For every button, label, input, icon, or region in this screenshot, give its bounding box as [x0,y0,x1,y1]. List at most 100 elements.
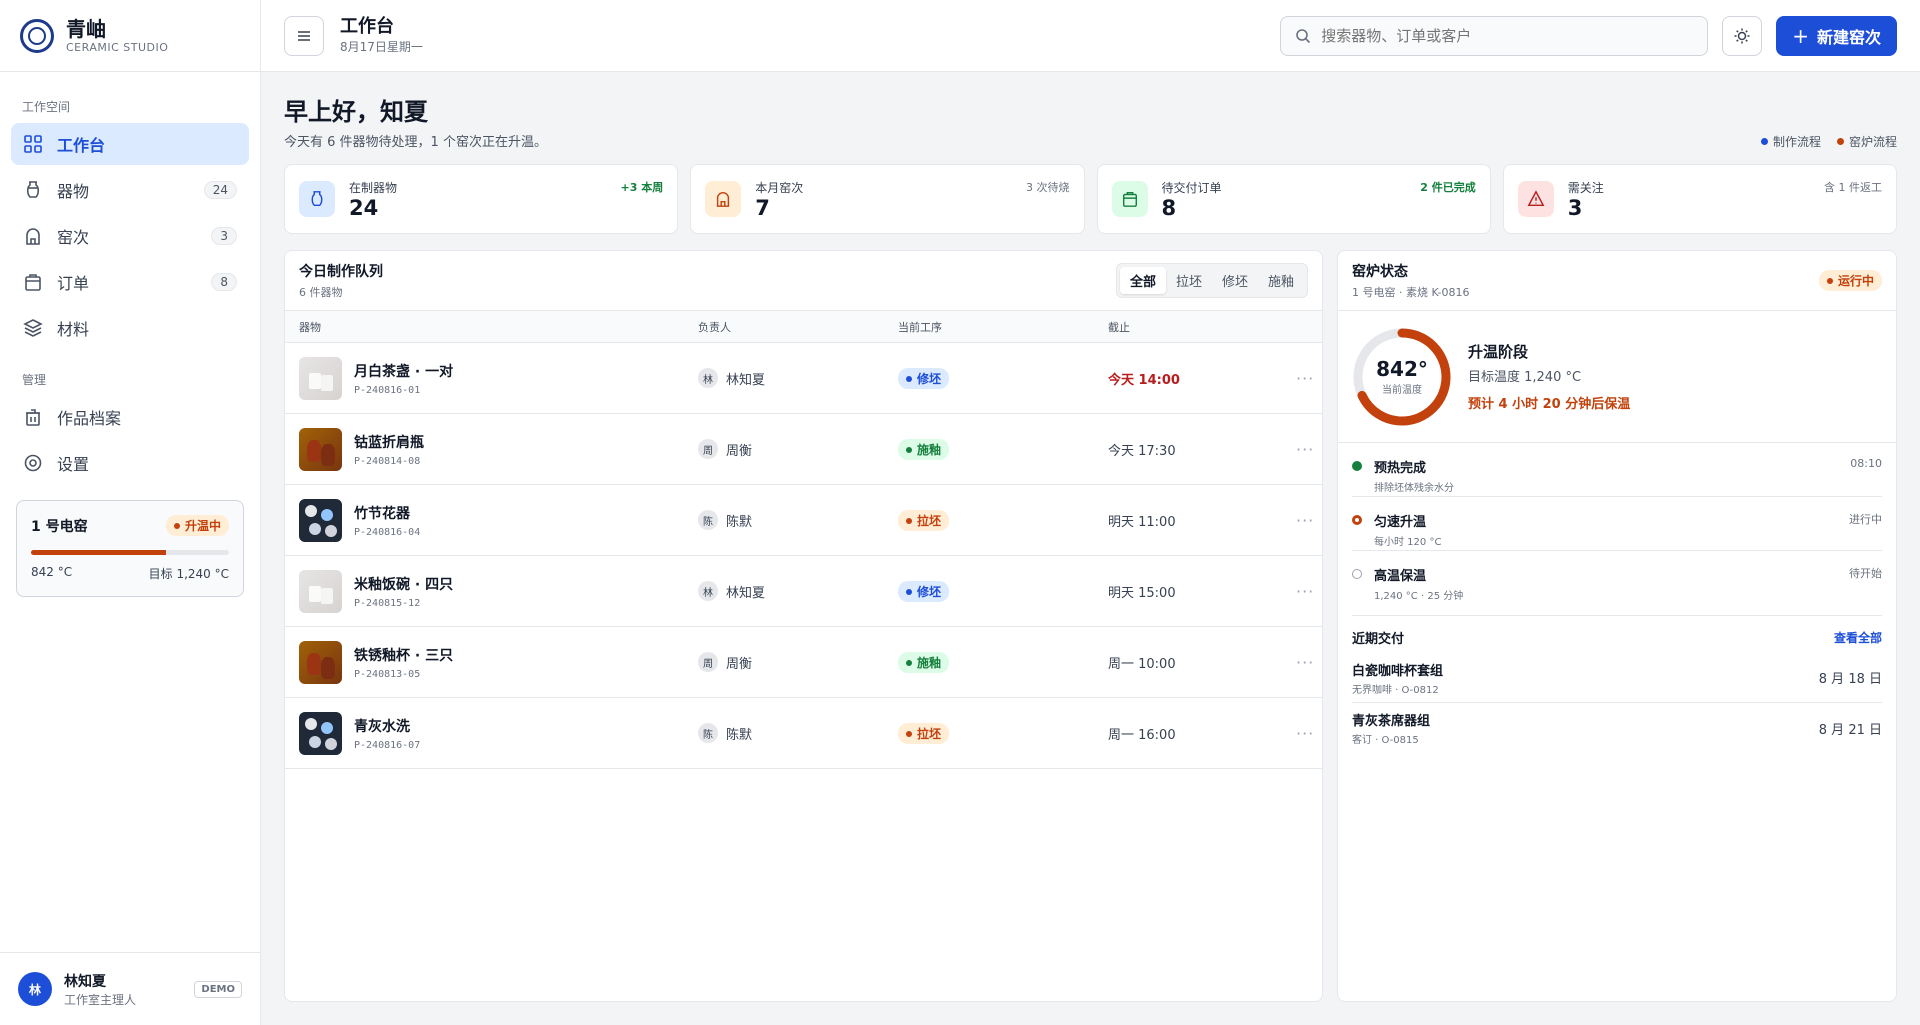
more-icon[interactable]: ··· [1296,724,1314,743]
user-profile[interactable]: 林 林知夏 工作室主理人 DEMO [0,952,260,1025]
page-title: 工作台 [340,16,394,37]
production-queue-panel: 今日制作队列 6 件器物 全部 拉坯 修坯 施釉 器物 负责人 当前工序 截止 … [284,250,1323,1002]
sidebar-item-label: 材料 [57,320,90,339]
kiln-status-panel: 窑炉状态 1 号电窑 · 素烧 K-0816 运行中 842° 当前温度 升温阶… [1337,250,1897,1002]
more-icon[interactable]: ··· [1296,653,1314,672]
search-box[interactable] [1280,15,1709,56]
ware-code: P-240816-07 [354,739,421,751]
table-row[interactable]: 月白茶盏 · 一对 P-240816-01 林林知夏 修坯 今天 14:00 ··… [285,343,1322,414]
kiln-mini-card[interactable]: 1 号电窑 升温中 842 °C 目标 1,240 °C [16,500,244,597]
sidebar-item-dashboard[interactable]: 工作台 [11,123,249,165]
stats-row: 在制器物 24 +3 本周 本月窑次 7 3 次待烧 待交付订单 8 2 件已完成 需… [284,164,1897,234]
bag-icon [25,274,41,291]
stat-card-in-progress[interactable]: 在制器物 24 +3 本周 [284,164,679,234]
kiln-status-subtitle: 1 号电窑 · 素烧 K-0816 [1352,286,1470,299]
filter-glazing[interactable]: 施釉 [1258,267,1304,294]
ware-name: 铁锈釉杯 · 三只 [354,647,454,664]
stat-card-attention[interactable]: 需关注 3 含 1 件返工 [1502,164,1897,234]
firing-step: 匀速升温 每小时 120 °C 进行中 [1352,497,1882,551]
delivery-name: 白瓷咖啡杯套组 [1352,663,1444,679]
column-header[interactable]: 截止 [1108,319,1288,335]
stat-value: 8 [1161,195,1177,220]
ware-name: 竹节花器 [354,505,410,522]
legend-dot-icon [1760,138,1768,145]
step-desc: 1,240 °C · 25 分钟 [1374,591,1464,602]
more-icon[interactable]: ··· [1296,440,1314,459]
ware-name: 米釉饭碗 · 四只 [354,576,454,593]
ware-name: 月白茶盏 · 一对 [354,363,454,380]
stat-note: 2 件已完成 [1420,181,1476,194]
owner-name: 林知夏 [726,585,766,601]
ware-thumbnail [299,711,342,755]
more-icon[interactable]: ··· [1296,582,1314,601]
search-input[interactable] [1321,26,1694,45]
table-row[interactable]: 米釉饭碗 · 四只 P-240815-12 林林知夏 修坯 明天 15:00 ··… [285,556,1322,627]
user-role: 工作室主理人 [64,992,137,1007]
sidebar-item-orders[interactable]: 订单 8 [11,261,249,303]
grid-icon [24,135,42,153]
sidebar-item-settings[interactable]: 设置 [11,442,249,484]
more-icon[interactable]: ··· [1296,511,1314,530]
stat-label: 本月窑次 [755,180,804,195]
sidebar-item-archive[interactable]: 作品档案 [11,396,249,438]
ware-name: 青灰水洗 [354,718,410,735]
kiln-icon [705,181,742,217]
brand-name: 青岫 [66,17,106,41]
owner-avatar: 陈 [698,723,718,743]
sidebar-item-materials[interactable]: 材料 [11,307,249,349]
table-row[interactable]: 钴蓝折肩瓶 P-240814-08 周周衡 施釉 今天 17:30 ··· [285,414,1322,485]
demo-tag: DEMO [194,980,242,998]
due-time: 明天 15:00 [1108,585,1176,601]
stage-badge: 施釉 [898,439,950,461]
more-icon[interactable]: ··· [1296,369,1314,388]
firing-step: 高温保温 1,240 °C · 25 分钟 待开始 [1352,551,1882,605]
table-row[interactable]: 竹节花器 P-240816-04 陈陈默 拉坯 明天 11:00 ··· [285,485,1322,556]
sidebar-item-label: 窑次 [57,228,90,247]
step-name: 高温保温 [1374,569,1427,584]
ware-code: P-240814-08 [354,455,421,467]
stat-note: +3 本周 [620,181,664,194]
owner-avatar: 周 [698,439,718,459]
step-name: 匀速升温 [1374,515,1427,530]
new-kiln-button[interactable]: + 新建窑次 [1776,15,1897,56]
stat-card-orders[interactable]: 待交付订单 8 2 件已完成 [1096,164,1491,234]
sidebar-item-wares[interactable]: 器物 24 [11,169,249,211]
stage-badge: 修坯 [898,581,950,603]
filter-throwing[interactable]: 拉坯 [1166,267,1212,294]
table-row[interactable]: 铁锈釉杯 · 三只 P-240813-05 周周衡 施釉 周一 10:00 ··· [285,627,1322,698]
user-name: 林知夏 [64,973,106,990]
table-row[interactable]: 青灰水洗 P-240816-07 陈陈默 拉坯 周一 16:00 ··· [285,698,1322,769]
stat-card-firings[interactable]: 本月窑次 7 3 次待烧 [690,164,1085,234]
delivery-item[interactable]: 青灰茶席器组 客订 · O-0815 8 月 21 日 [1352,703,1882,753]
stage-badge: 拉坯 [898,510,950,532]
column-header[interactable]: 负责人 [698,319,898,335]
sidebar-item-label: 工作台 [57,136,106,155]
kiln-icon [26,228,40,245]
eta-text: 预计 4 小时 20 分钟后保温 [1468,397,1631,412]
bag-icon [1111,181,1148,217]
due-time: 周一 16:00 [1108,727,1176,743]
stat-value: 7 [755,195,770,220]
ware-code: P-240815-12 [354,597,421,609]
owner-name: 林知夏 [726,372,766,388]
legend-dot-icon [1836,138,1844,145]
theme-toggle-button[interactable] [1722,15,1763,56]
sidebar-item-kilns[interactable]: 窑次 3 [11,215,249,257]
menu-button[interactable] [284,15,324,56]
archive-icon [26,409,40,426]
step-pending-icon [1352,569,1362,579]
view-all-link[interactable]: 查看全部 [1834,629,1882,646]
owner-avatar: 周 [698,652,718,672]
stat-label: 待交付订单 [1161,180,1222,195]
count-badge: 3 [211,227,237,245]
queue-subtitle: 6 件器物 [299,286,343,299]
column-header[interactable]: 器物 [299,319,698,335]
filter-trimming[interactable]: 修坯 [1212,267,1258,294]
brand[interactable]: 青岫 CERAMIC STUDIO [0,0,260,72]
kiln-current-temp: 842 °C [31,565,73,579]
delivery-item[interactable]: 白瓷咖啡杯套组 无界咖啡 · O-0812 8 月 18 日 [1352,653,1882,703]
kiln-status-title: 窑炉状态 [1352,264,1408,280]
sidebar-item-label: 订单 [57,274,90,293]
filter-all[interactable]: 全部 [1119,267,1166,294]
column-header[interactable]: 当前工序 [898,319,1108,335]
